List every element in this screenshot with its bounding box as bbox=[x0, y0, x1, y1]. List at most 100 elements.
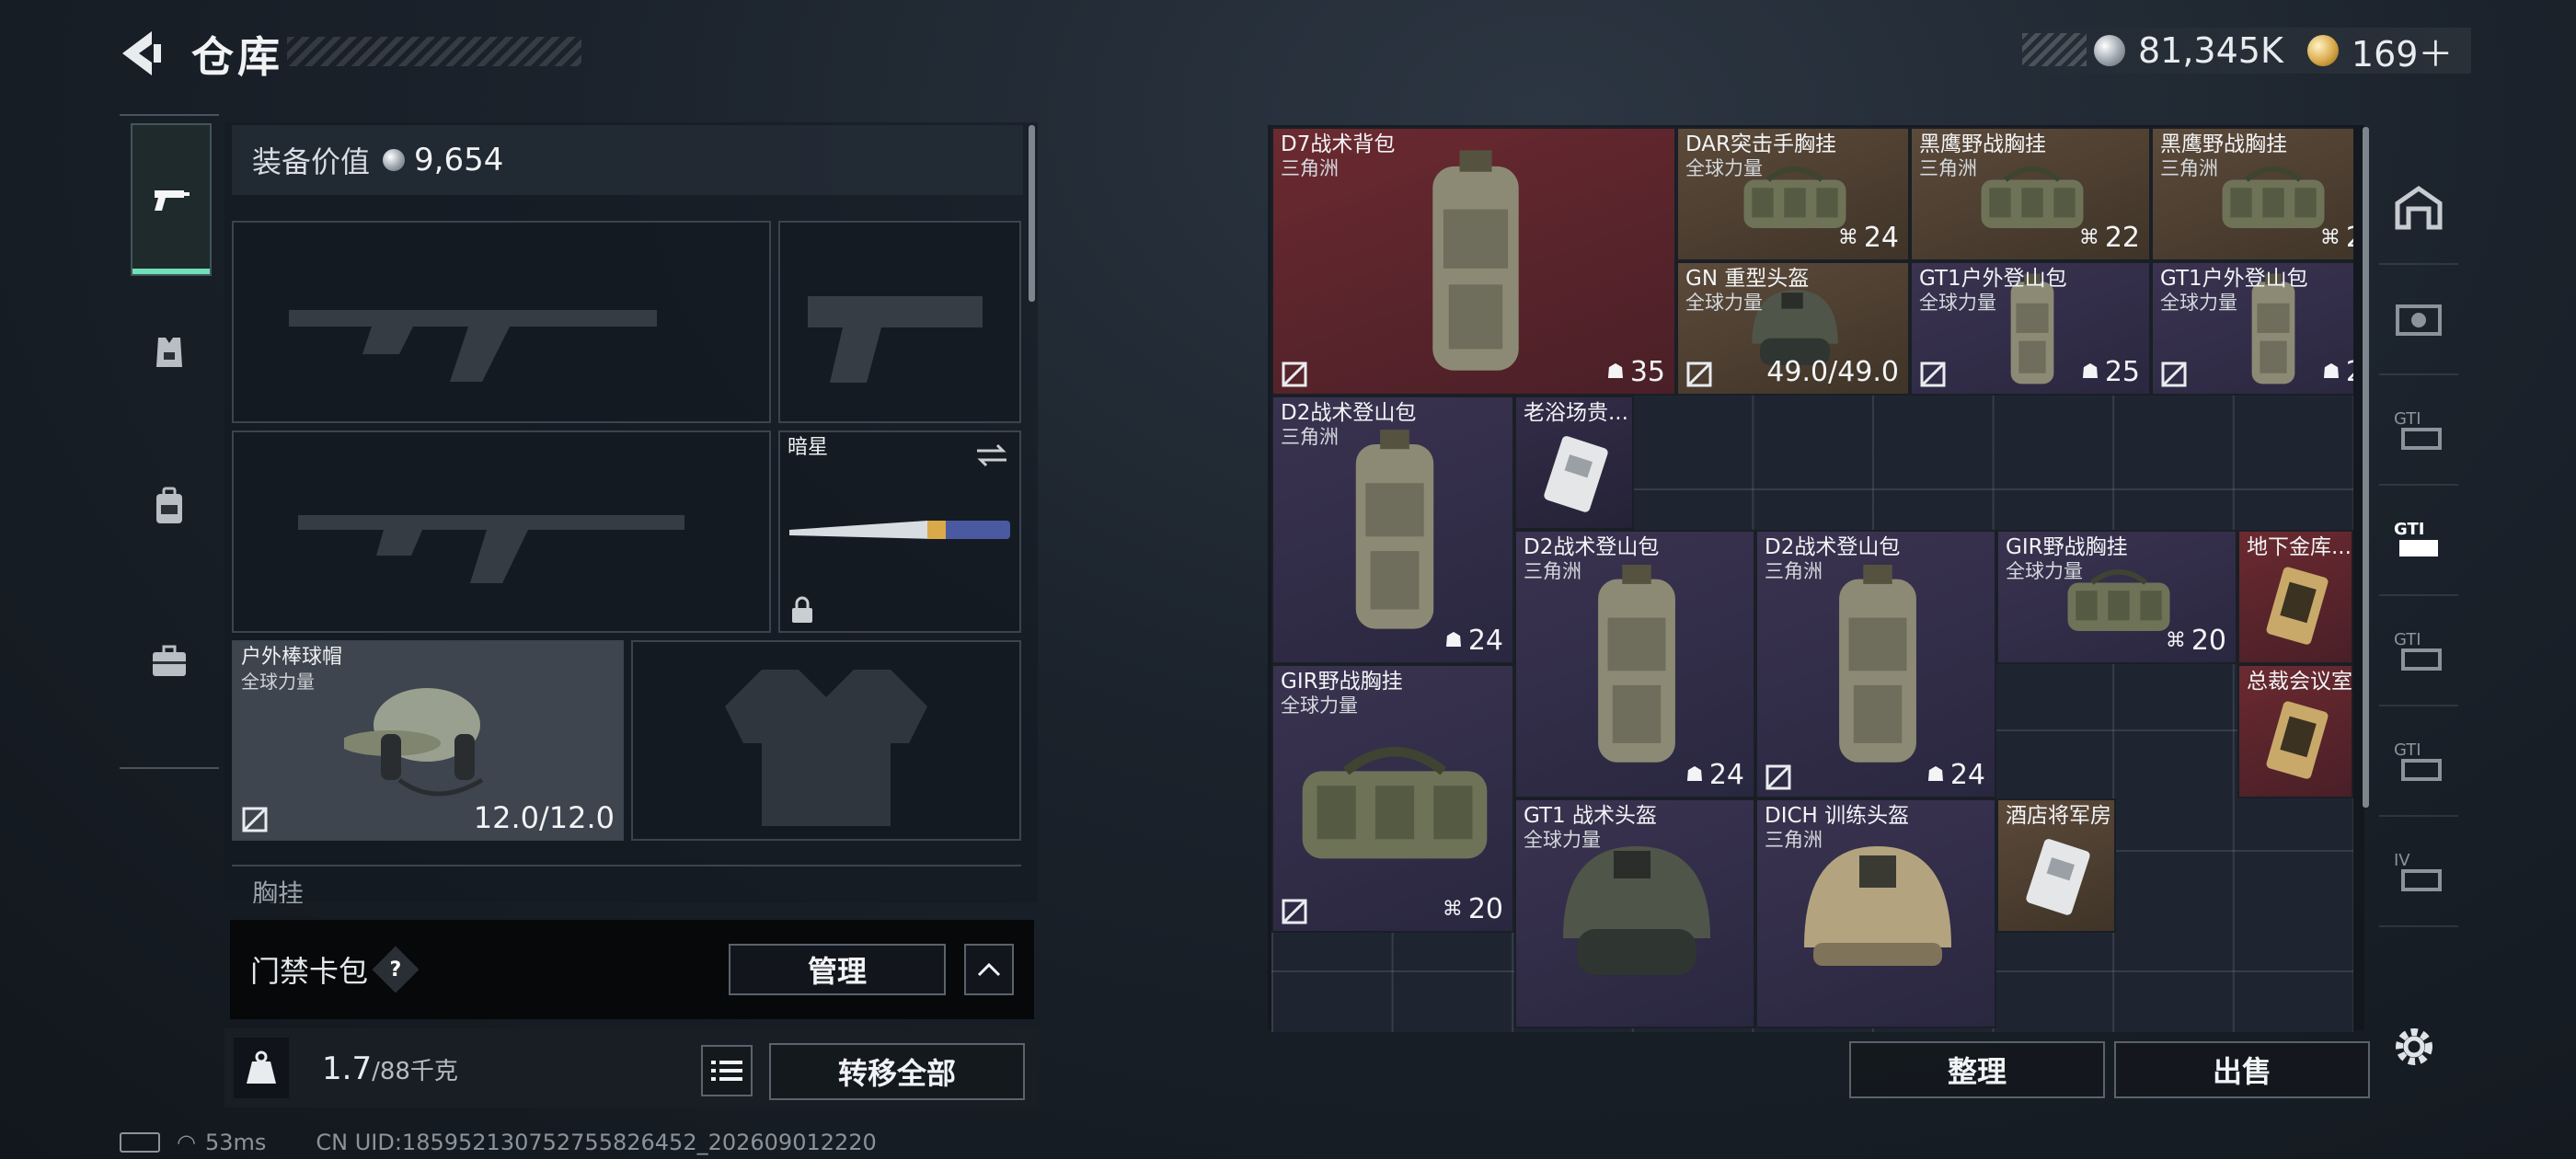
item-name: D2战术登山包 三角洲 bbox=[1765, 535, 1901, 582]
page-title: 仓库 bbox=[191, 32, 283, 82]
settings-button[interactable] bbox=[2388, 1021, 2440, 1073]
tab-briefcase[interactable] bbox=[131, 587, 208, 736]
weight-readout: 1.7/88千克 bbox=[322, 1050, 458, 1087]
currency-bar: 81,345K 169＋ bbox=[2024, 26, 2471, 76]
list-view-button[interactable] bbox=[701, 1045, 753, 1096]
stash-item[interactable]: 黑鹰野战胸挂三角洲 ⌘22 bbox=[1910, 127, 2151, 261]
stash-tab-3[interactable]: GTI bbox=[2379, 373, 2458, 486]
shelter-icon bbox=[2395, 185, 2443, 230]
item-name: D2战术登山包 三角洲 bbox=[1524, 535, 1660, 582]
stash-item[interactable]: 地下金库... bbox=[2237, 530, 2353, 664]
manage-button[interactable]: 管理 bbox=[729, 944, 946, 995]
melee-slot[interactable]: 暗星 bbox=[778, 430, 1021, 633]
stash-item[interactable]: GT1户外登山包全球力量 ☗25 bbox=[2151, 261, 2353, 396]
stash-item[interactable]: 酒店将军房 bbox=[1996, 798, 2116, 933]
svg-text:GTI: GTI bbox=[2394, 520, 2424, 539]
sell-button[interactable]: 出售 bbox=[2114, 1041, 2370, 1098]
stash-item[interactable]: 总裁会议室 bbox=[2237, 664, 2353, 798]
armor-slot[interactable] bbox=[631, 640, 1021, 841]
secondary-weapon-slot[interactable] bbox=[232, 430, 771, 633]
item-name: 酒店将军房 bbox=[2006, 804, 2111, 828]
no-container-icon bbox=[1920, 361, 1946, 387]
item-name: 老浴场贵... bbox=[1524, 401, 1628, 425]
item-count: ⌘22 bbox=[2320, 222, 2353, 254]
stash-tab-main[interactable] bbox=[2379, 153, 2458, 265]
backpack-icon bbox=[156, 487, 182, 523]
stash-item[interactable]: D2战术登山包 三角洲 ☗ 24 bbox=[1514, 530, 1755, 798]
help-icon[interactable]: ? bbox=[372, 946, 420, 993]
stash-tab-5[interactable]: GTI bbox=[2379, 594, 2458, 706]
rig-capacity-icon: ⌘ bbox=[1442, 898, 1463, 921]
loadout-scrollbar[interactable] bbox=[1029, 125, 1035, 302]
item-name: D7战术背包 三角洲 bbox=[1281, 132, 1396, 179]
stash-tab-2[interactable] bbox=[2379, 263, 2458, 375]
item-name: 地下金库... bbox=[2247, 535, 2352, 559]
transfer-all-button[interactable]: 转移全部 bbox=[769, 1043, 1025, 1100]
back-arrow-icon bbox=[122, 31, 161, 75]
tab-backpack[interactable] bbox=[131, 432, 208, 581]
stash-tabs: GTI GTI GTI GTI IV bbox=[2379, 125, 2458, 990]
stash-item[interactable]: D7战术背包 三角洲 ☗ 35 bbox=[1271, 127, 1676, 396]
stash-scrollbar[interactable] bbox=[2363, 127, 2369, 808]
stash-item[interactable]: 黑鹰野战胸挂三角洲 ⌘22 bbox=[2151, 127, 2353, 261]
gti-icon: GTI bbox=[2394, 409, 2442, 450]
stash-item[interactable]: GIR野战胸挂 全球力量 ⌘ 20 bbox=[1271, 664, 1514, 933]
stash-tab-4[interactable]: GTI bbox=[2379, 484, 2458, 596]
gti-icon: GTI bbox=[2394, 630, 2442, 671]
equipment-value-label: 装备价值 bbox=[252, 144, 371, 179]
stash-item[interactable]: D2战术登山包 三角洲 ☗ 24 bbox=[1271, 396, 1514, 664]
swap-icon[interactable] bbox=[973, 442, 1010, 469]
stash-item[interactable]: GN 重型头盔 全球力量 49.0/49.0 bbox=[1676, 261, 1910, 396]
item-count: 49.0/49.0 bbox=[1766, 356, 1899, 388]
item-name: GT1户外登山包 全球力量 bbox=[1919, 267, 2067, 314]
gti-icon: GTI bbox=[2394, 740, 2442, 781]
sidearm-slot[interactable] bbox=[778, 221, 1021, 423]
chest-rig-section: 胸挂 bbox=[232, 865, 1021, 903]
item-name: GIR野战胸挂 全球力量 bbox=[2006, 535, 2128, 582]
item-name: 黑鹰野战胸挂 三角洲 bbox=[2160, 132, 2287, 179]
stash-item[interactable]: GIR野战胸挂 全球力量 ⌘ 20 bbox=[1996, 530, 2237, 664]
gold-coin-icon bbox=[2306, 35, 2339, 66]
item-name: GT1 战术头盔 全球力量 bbox=[1524, 804, 1657, 851]
back-button[interactable] bbox=[115, 26, 170, 81]
no-container-icon bbox=[1282, 361, 1307, 387]
rifle-silhouette-icon bbox=[289, 310, 657, 382]
sort-button[interactable]: 整理 bbox=[1849, 1041, 2105, 1098]
item-name: GT1户外登山包 全球力量 bbox=[2160, 267, 2308, 314]
svg-text:GTI: GTI bbox=[2394, 630, 2421, 649]
item-name: DAR突击手胸挂 全球力量 bbox=[1685, 132, 1837, 179]
stash-item[interactable]: GT1户外登山包全球力量 ☗25 bbox=[1910, 261, 2151, 396]
knife-art bbox=[789, 521, 1010, 539]
gold-amount[interactable]: 169＋ bbox=[2352, 26, 2454, 76]
access-card-label: 门禁卡包 bbox=[250, 954, 369, 989]
chevron-up-icon bbox=[977, 962, 1001, 977]
pistol-silhouette-icon bbox=[808, 296, 983, 383]
no-container-icon bbox=[1282, 899, 1307, 924]
stash-item[interactable]: DAR突击手胸挂 全球力量 ⌘ 24 bbox=[1676, 127, 1910, 261]
list-icon bbox=[711, 1061, 742, 1081]
stash-item[interactable]: DICH 训练头盔 三角洲 bbox=[1755, 798, 1996, 1028]
cap-art bbox=[344, 688, 484, 797]
title-decoration bbox=[287, 37, 581, 66]
item-count: ⌘ 24 bbox=[1837, 222, 1899, 254]
primary-weapon-slot[interactable] bbox=[232, 221, 771, 423]
tab-weapons[interactable] bbox=[131, 123, 212, 276]
stash-tab-6[interactable]: GTI bbox=[2379, 705, 2458, 817]
stash-item[interactable]: 老浴场贵... bbox=[1514, 396, 1634, 530]
helmet-slot[interactable]: 户外棒球帽 全球力量 12.0/12.0 bbox=[232, 640, 624, 841]
stash-tab-7[interactable]: IV bbox=[2379, 815, 2458, 927]
stash-item[interactable]: D2战术登山包 三角洲 ☗ 24 bbox=[1755, 530, 1996, 798]
silver-coin-icon bbox=[2094, 35, 2125, 66]
item-name: GN 重型头盔 全球力量 bbox=[1685, 267, 1810, 314]
expand-button[interactable] bbox=[964, 944, 1014, 995]
no-container-icon bbox=[1765, 764, 1791, 790]
container-icon bbox=[2396, 304, 2442, 336]
rifle-silhouette-icon bbox=[298, 515, 684, 583]
no-container-icon bbox=[242, 807, 268, 832]
stash-item[interactable]: GT1 战术头盔 全球力量 bbox=[1514, 798, 1755, 1028]
status-bar: ◠ 53ms CN UID:18595213075275582645​2_202… bbox=[120, 1130, 877, 1155]
chest-rig-label: 胸挂 bbox=[252, 878, 305, 903]
tab-vest[interactable] bbox=[131, 278, 208, 427]
equipment-value-bar: 装备价值 9,654 bbox=[232, 125, 1023, 195]
item-name: 黑鹰野战胸挂 三角洲 bbox=[1919, 132, 2046, 179]
